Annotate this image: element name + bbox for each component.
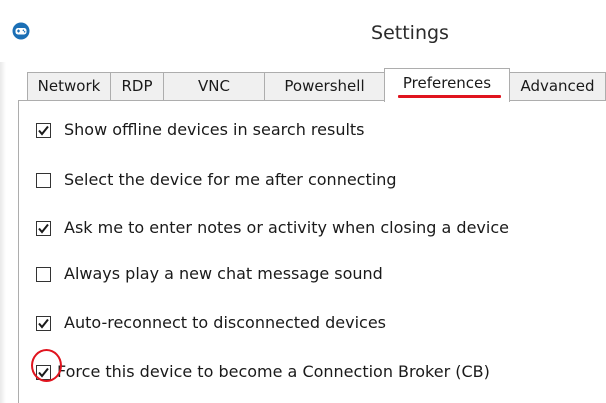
option-select-device-after-connecting[interactable]: Select the device for me after connectin… [36, 169, 397, 191]
option-force-connection-broker[interactable]: Force this device to become a Connection… [36, 361, 490, 383]
option-show-offline-devices[interactable]: Show offline devices in search results [36, 119, 365, 141]
tab-advanced[interactable]: Advanced [509, 72, 606, 100]
option-label: Always play a new chat message sound [64, 264, 383, 283]
option-auto-reconnect[interactable]: Auto-reconnect to disconnected devices [36, 312, 386, 334]
option-label: Auto-reconnect to disconnected devices [64, 313, 386, 332]
option-label: Force this device to become a Connection… [57, 362, 490, 381]
active-tab-annotation-underline [398, 95, 501, 98]
option-label: Show offline devices in search results [64, 120, 365, 139]
checkbox-show-offline-devices[interactable] [36, 122, 51, 138]
checkbox-auto-reconnect[interactable] [36, 315, 51, 331]
tab-strip: Network RDP VNC Powershell Preferences A… [18, 68, 606, 102]
option-label: Ask me to enter notes or activity when c… [64, 218, 509, 237]
tab-powershell[interactable]: Powershell [264, 72, 385, 100]
checkbox-ask-notes-on-close[interactable] [36, 220, 51, 236]
tab-network[interactable]: Network [27, 72, 111, 100]
tab-vnc[interactable]: VNC [163, 72, 265, 100]
settings-window: Settings Network RDP VNC Powershell Pref… [0, 0, 606, 403]
checkbox-chat-message-sound[interactable] [36, 266, 51, 282]
gamepad-icon[interactable] [12, 22, 30, 40]
tab-rdp[interactable]: RDP [110, 72, 164, 100]
option-label: Select the device for me after connectin… [64, 170, 397, 189]
option-ask-notes-on-close[interactable]: Ask me to enter notes or activity when c… [36, 217, 509, 239]
annotation-highlight-circle [31, 349, 62, 382]
title-bar: Settings [0, 0, 606, 62]
checkbox-select-device-after-connecting[interactable] [36, 172, 51, 188]
window-title: Settings [371, 22, 449, 44]
option-chat-message-sound[interactable]: Always play a new chat message sound [36, 263, 383, 285]
preferences-panel [18, 101, 606, 403]
